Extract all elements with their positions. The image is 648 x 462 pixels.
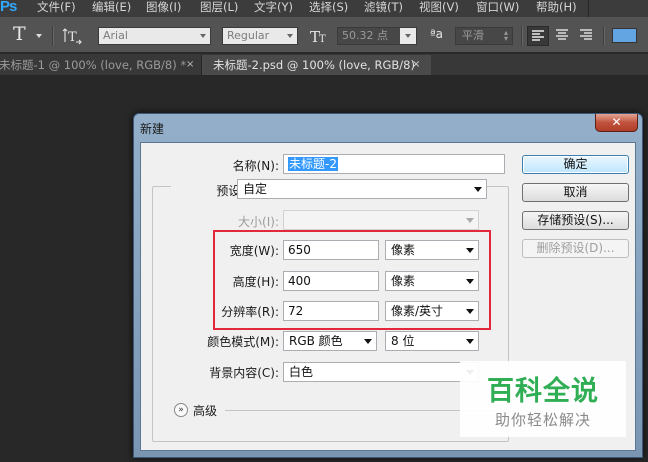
chevron-down-icon <box>466 339 474 344</box>
close-icon[interactable]: × <box>186 55 194 75</box>
size-label: 大小(I): <box>238 215 279 229</box>
close-icon[interactable]: × <box>412 55 420 75</box>
color-mode-label: 颜色模式(M): <box>207 335 279 349</box>
menu-edit[interactable]: 编辑(E) <box>92 0 131 17</box>
chevron-down-icon <box>405 34 411 38</box>
save-preset-button[interactable]: 存储预设(S)... <box>522 211 629 230</box>
dialog-title: 新建 <box>140 122 165 136</box>
menu-window[interactable]: 窗口(W) <box>476 0 519 17</box>
font-size-select[interactable]: 50.32 点 <box>337 27 417 45</box>
delete-preset-button: 删除预设(D)... <box>522 239 629 258</box>
svg-text:T: T <box>319 34 326 45</box>
menu-view[interactable]: 视图(V) <box>419 0 459 17</box>
separator <box>52 26 54 46</box>
chevron-down-icon <box>287 34 293 38</box>
type-tool-icon[interactable]: T <box>13 23 26 45</box>
anti-alias-select[interactable]: 平滑 ▴ ▾ <box>455 27 513 45</box>
background-select[interactable]: 白色 <box>283 362 479 382</box>
menu-select[interactable]: 选择(S) <box>309 0 348 17</box>
highlight-box <box>213 230 491 330</box>
name-value-selected: 未标题-2 <box>288 157 338 171</box>
font-style-select[interactable]: Regular <box>222 27 298 45</box>
dialog-close-button[interactable]: ✕ <box>595 114 638 132</box>
bit-depth-select[interactable]: 8 位 <box>385 331 479 351</box>
menu-help[interactable]: 帮助(H) <box>536 0 577 17</box>
ok-button[interactable]: 确定 <box>522 155 629 174</box>
font-size-dropdown[interactable] <box>400 28 416 44</box>
watermark-subtitle: 助你轻松解决 <box>494 411 591 429</box>
svg-text:T: T <box>68 30 77 45</box>
tab-label: 未标题-2.psd @ 100% (love, RGB/8) <box>213 58 415 72</box>
tab-label: 未标题-1 @ 100% (love, RGB/8) * <box>0 58 187 72</box>
close-icon: ✕ <box>611 115 622 129</box>
chevron-down-icon <box>466 218 474 223</box>
anti-alias-icon: ªa <box>430 27 444 41</box>
font-style-value: Regular <box>227 29 270 42</box>
menu-file[interactable]: 文件(F) <box>37 0 76 17</box>
background-label: 背景内容(C): <box>209 366 279 380</box>
text-color-swatch[interactable] <box>612 28 637 43</box>
separator <box>603 26 605 46</box>
watermark-title: 百科全说 <box>487 376 599 407</box>
anti-alias-value: 平滑 <box>462 29 484 42</box>
menu-type[interactable]: 文字(Y) <box>254 0 293 17</box>
watermark: 百科全说 助你轻松解决 <box>460 361 626 437</box>
document-tab-bar: 未标题-1 @ 100% (love, RGB/8) * × 未标题-2.psd… <box>0 54 648 76</box>
separator <box>521 26 523 46</box>
advanced-divider <box>225 410 495 411</box>
menu-layer[interactable]: 图层(L) <box>200 0 238 17</box>
font-size-icon: T T <box>310 26 330 46</box>
align-right-button[interactable] <box>576 26 598 46</box>
chevron-down-icon <box>474 187 482 192</box>
spinner-icon: ▴ ▾ <box>503 28 508 43</box>
font-family-select[interactable]: Arial <box>98 27 211 45</box>
tab-untitled-2[interactable]: 未标题-2.psd @ 100% (love, RGB/8) × <box>201 55 431 75</box>
toggle-orientation-icon[interactable]: T <box>62 26 82 46</box>
color-mode-select[interactable]: RGB 颜色 <box>283 331 377 351</box>
bit-depth-value: 8 位 <box>391 334 415 348</box>
font-size-value: 50.32 点 <box>342 29 388 42</box>
tool-preset-chevron-icon[interactable] <box>36 34 42 38</box>
advanced-label[interactable]: 高级 <box>193 402 217 419</box>
align-left-button[interactable] <box>527 26 549 46</box>
tab-untitled-1[interactable]: 未标题-1 @ 100% (love, RGB/8) * × <box>0 55 203 75</box>
preset-select[interactable]: 自定 <box>237 179 487 199</box>
chevron-down-icon <box>364 339 372 344</box>
size-select <box>283 210 479 230</box>
photoshop-logo: Ps <box>0 0 17 15</box>
name-label: 名称(N): <box>232 159 279 173</box>
color-mode-value: RGB 颜色 <box>289 334 343 348</box>
divider <box>588 0 589 17</box>
menu-image[interactable]: 图像(I) <box>146 0 181 17</box>
preset-value: 自定 <box>243 182 268 196</box>
name-input[interactable]: 未标题-2 <box>283 154 505 174</box>
menu-filter[interactable]: 滤镜(T) <box>364 0 403 17</box>
background-value: 白色 <box>289 365 314 379</box>
expand-advanced-icon[interactable]: » <box>174 403 188 417</box>
align-center-button[interactable] <box>552 26 574 46</box>
cancel-button[interactable]: 取消 <box>522 183 629 202</box>
menu-bar: Ps 文件(F) 编辑(E) 图像(I) 图层(L) 文字(Y) 选择(S) 滤… <box>0 0 648 17</box>
font-family-value: Arial <box>103 29 128 42</box>
options-bar: T T Arial Regular T T 50.32 点 ªa 平滑 ▴ ▾ <box>0 17 648 53</box>
chevron-down-icon <box>200 34 206 38</box>
